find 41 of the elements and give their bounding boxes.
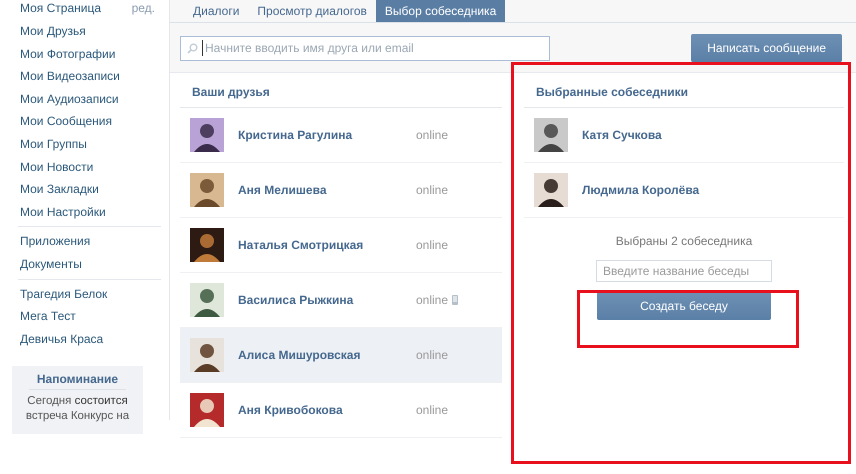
online-status: online bbox=[416, 293, 448, 307]
friend-name: Аня Кривобокова bbox=[238, 403, 344, 417]
online-status: online bbox=[416, 183, 448, 197]
sidebar-item[interactable]: Мои Сообщения bbox=[8, 110, 169, 133]
sidebar-item[interactable]: Мега Тест bbox=[8, 305, 169, 328]
sidebar-item[interactable]: Документы bbox=[8, 252, 169, 276]
write-message-button[interactable]: Написать сообщение bbox=[691, 34, 842, 62]
sidebar-item[interactable]: Мои Группы bbox=[8, 132, 169, 156]
online-status: online bbox=[416, 238, 448, 252]
sidebar-item[interactable]: Мои Закладки bbox=[8, 178, 169, 201]
sidebar-item[interactable]: Мои Друзья bbox=[8, 20, 169, 43]
online-status: online bbox=[416, 403, 448, 417]
friend-name: Василиса Рыжкина bbox=[238, 293, 354, 307]
tab[interactable]: Диалоги bbox=[184, 0, 248, 22]
sidebar-item[interactable]: Девичья Краса bbox=[8, 328, 169, 350]
friend-row[interactable]: Алиса Мишуровская online bbox=[180, 328, 502, 383]
tab[interactable]: Выбор собеседника bbox=[376, 0, 506, 22]
selection-summary: Выбраны 2 собеседника bbox=[614, 234, 754, 248]
sidebar-item[interactable]: Мои Аудиозаписи bbox=[8, 88, 169, 110]
friend-name: Кристина Рагулина bbox=[238, 128, 354, 142]
sidebar-item[interactable]: Трагедия Белок bbox=[8, 282, 169, 306]
create-chat-button[interactable]: Создать беседу bbox=[597, 292, 771, 320]
online-status: online bbox=[416, 128, 448, 142]
tab[interactable]: Просмотр диалогов bbox=[248, 0, 376, 22]
friend-name: Аня Мелишева bbox=[238, 183, 328, 197]
sidebar-item[interactable]: Моя Страница bbox=[8, 0, 114, 20]
chat-name-field[interactable]: Введите название беседы bbox=[596, 260, 772, 282]
search-icon bbox=[187, 42, 198, 54]
search-field[interactable]: Начните вводить имя друга или email bbox=[180, 36, 550, 60]
friend-name: Алиса Мишуровская bbox=[238, 348, 362, 362]
reminder-title: Напоминание bbox=[28, 372, 126, 390]
chosen-name: Людмила Королёва bbox=[582, 183, 700, 197]
chosen-name: Катя Сучкова bbox=[582, 128, 663, 142]
sidebar-item[interactable]: Мои Фотографии bbox=[8, 42, 169, 66]
online-status: online bbox=[416, 348, 448, 362]
sidebar-item[interactable]: Приложения bbox=[8, 230, 169, 253]
sidebar-item[interactable]: Мои Новости bbox=[8, 156, 169, 178]
friend-name: Наталья Смотрицкая bbox=[238, 238, 364, 252]
sidebar-item[interactable]: Мои Настройки bbox=[8, 200, 169, 224]
reminder-text: Сегодня состоится встреча Конкурс на bbox=[24, 394, 130, 424]
sidebar-item[interactable]: Мои Видеозаписи bbox=[8, 65, 169, 88]
